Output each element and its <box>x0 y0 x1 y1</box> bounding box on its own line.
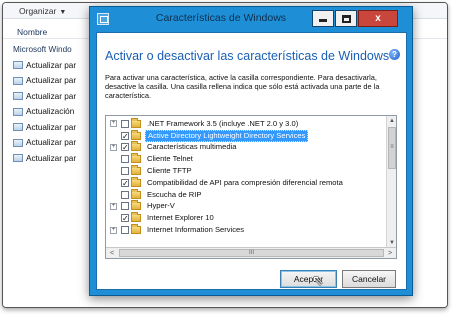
folder-icon <box>131 188 141 199</box>
folder-icon <box>131 153 141 164</box>
feature-label[interactable]: Cliente TFTP <box>145 166 194 176</box>
feature-label[interactable]: Características multimedia <box>145 142 238 152</box>
maximize-icon <box>341 14 351 23</box>
feature-checkbox[interactable]: ✓ <box>121 131 129 140</box>
close-button[interactable]: x <box>358 10 398 27</box>
feature-checkbox[interactable] <box>121 119 129 128</box>
folder-icon <box>131 224 141 235</box>
feature-row[interactable]: + Hyper-V <box>106 200 386 213</box>
minimize-icon <box>319 19 327 22</box>
folder-icon <box>131 117 141 128</box>
folder-icon <box>131 176 141 187</box>
feature-checkbox[interactable] <box>121 155 129 164</box>
feature-row[interactable]: + .NET Framework 3.5 (incluye .NET 2.0 y … <box>106 117 386 130</box>
feature-row[interactable]: ✓ Internet Explorer 10 <box>106 212 386 224</box>
feature-checkbox[interactable]: ✓ <box>121 178 129 187</box>
scroll-thumb[interactable]: ≡ <box>388 127 396 169</box>
update-icon <box>13 154 23 163</box>
feature-checkbox[interactable] <box>121 202 129 211</box>
feature-row[interactable]: + ✓ Características multimedia <box>106 141 386 154</box>
list-item-label: Microsoft Windo <box>13 45 72 54</box>
folder-icon <box>131 129 141 140</box>
list-item-label: Actualización <box>26 107 75 116</box>
feature-label[interactable]: Hyper-V <box>145 201 177 211</box>
expand-icon[interactable]: + <box>110 143 117 151</box>
help-icon[interactable]: ? <box>389 49 400 60</box>
list-item-label: Actualizar par <box>26 91 77 101</box>
features-tree-rows: + .NET Framework 3.5 (incluye .NET 2.0 y … <box>106 117 386 236</box>
feature-label[interactable]: Internet Information Services <box>145 225 246 235</box>
feature-row[interactable]: Cliente Telnet <box>106 153 386 165</box>
list-item-label: Actualizar par <box>26 60 77 70</box>
feature-label[interactable]: Internet Explorer 10 <box>145 213 216 223</box>
feature-label[interactable]: Active Directory Lightweight Directory S… <box>145 129 309 142</box>
list-item-label: Actualizar par <box>26 153 77 163</box>
feature-label[interactable]: Cliente Telnet <box>145 154 195 164</box>
list-item-label: Actualizar par <box>26 76 77 85</box>
organize-label: Organizar <box>19 6 57 16</box>
feature-row[interactable]: ✓ Active Directory Lightweight Directory … <box>106 129 386 142</box>
scroll-left-icon[interactable]: < <box>106 248 118 258</box>
explorer-window: Organizar ▼ Nombre Microsoft Windo Actual… <box>2 2 448 308</box>
list-item-label: Actualizar par <box>26 138 77 147</box>
feature-checkbox[interactable] <box>121 190 129 199</box>
chevron-down-icon: ▼ <box>59 9 67 16</box>
vertical-scrollbar[interactable]: ▲ ≡ ▼ <box>386 116 396 248</box>
cancel-button[interactable]: Cancelar <box>342 270 396 288</box>
feature-row[interactable]: Cliente TFTP <box>106 165 386 177</box>
minimize-button[interactable] <box>312 10 334 27</box>
horizontal-scrollbar[interactable]: < III > <box>106 247 396 258</box>
scroll-right-icon[interactable]: > <box>384 248 396 258</box>
close-icon: x <box>375 13 381 24</box>
feature-checkbox[interactable]: ✓ <box>121 143 129 152</box>
horizontal-scroll-thumb[interactable]: III <box>119 249 384 257</box>
update-icon <box>13 76 23 85</box>
feature-label[interactable]: .NET Framework 3.5 (incluye .NET 2.0 y 3… <box>145 119 300 129</box>
dialog-titlebar[interactable]: Características de Windows x <box>90 7 412 32</box>
feature-checkbox[interactable] <box>121 167 129 176</box>
folder-icon <box>131 212 141 223</box>
dialog-content: Activar o desactivar las características… <box>96 32 407 290</box>
feature-row[interactable]: ✓ Compatibilidad de API para compresión d… <box>106 176 386 189</box>
feature-label[interactable]: Compatibilidad de API para compresión di… <box>145 178 345 188</box>
windows-features-dialog: Características de Windows x Activar o d… <box>89 6 413 296</box>
accept-button[interactable]: Aceptar <box>280 270 337 288</box>
list-item-label: Actualizar par <box>26 122 77 132</box>
update-icon <box>13 138 23 147</box>
features-tree[interactable]: + .NET Framework 3.5 (incluye .NET 2.0 y … <box>105 115 397 259</box>
feature-checkbox[interactable] <box>121 226 129 235</box>
expand-icon[interactable]: + <box>110 120 117 128</box>
update-icon <box>13 107 23 116</box>
folder-icon <box>131 165 141 176</box>
instructions-text: Para activar una característica, active … <box>105 73 380 101</box>
feature-label[interactable]: Escucha de RIP <box>145 190 203 200</box>
folder-icon <box>131 200 141 211</box>
update-icon <box>13 123 23 132</box>
maximize-button[interactable] <box>335 10 357 27</box>
folder-icon <box>131 141 141 152</box>
feature-checkbox[interactable]: ✓ <box>121 214 129 223</box>
expand-icon[interactable]: + <box>110 226 117 234</box>
update-icon <box>13 92 23 101</box>
feature-row[interactable]: + Internet Information Services <box>106 224 386 236</box>
expand-icon[interactable]: + <box>110 202 117 210</box>
page-title: Activar o desactivar las características… <box>105 49 390 63</box>
scroll-up-icon[interactable]: ▲ <box>387 116 396 126</box>
update-icon <box>13 61 23 70</box>
feature-row[interactable]: Escucha de RIP <box>106 188 386 201</box>
